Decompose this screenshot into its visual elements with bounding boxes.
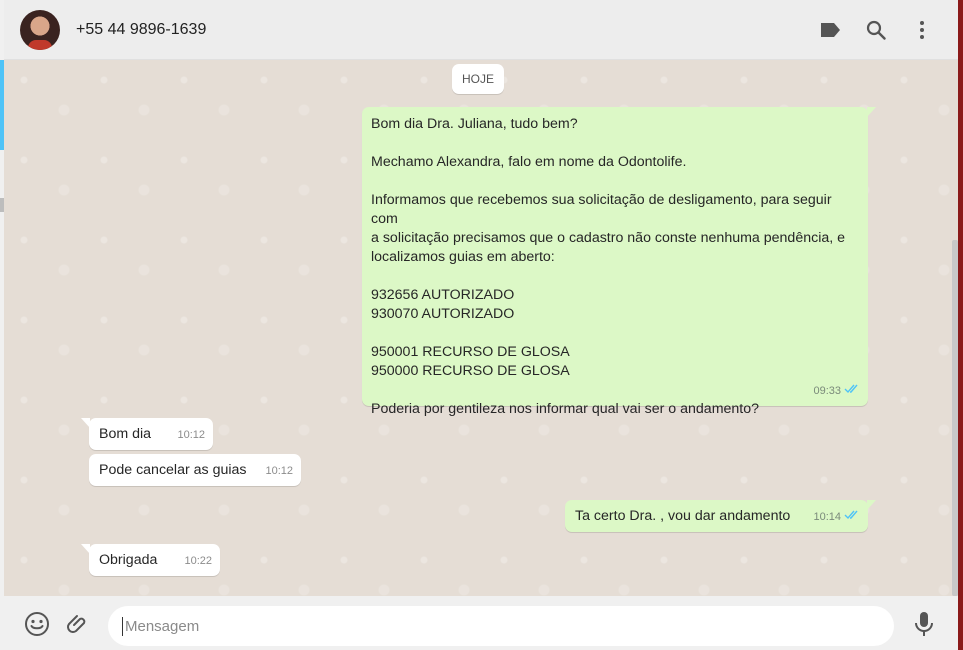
- message-incoming[interactable]: Pode cancelar as guias 10:12: [89, 454, 301, 486]
- date-label: HOJE: [452, 64, 504, 94]
- bubble-tail: [81, 418, 90, 428]
- message-meta: 09:33: [813, 382, 860, 401]
- message-text: Pode cancelar as guias: [99, 462, 247, 478]
- message-time: 10:14: [813, 511, 841, 523]
- message-input[interactable]: Mensagem: [108, 606, 894, 646]
- message-meta: 10:22: [184, 552, 212, 571]
- message-text: Bom dia Dra. Juliana, tudo bem? Mechamo …: [371, 116, 846, 417]
- message-incoming[interactable]: Obrigada 10:22: [81, 544, 220, 576]
- header-actions: [818, 18, 934, 42]
- menu-icon[interactable]: [910, 18, 934, 42]
- search-icon[interactable]: [864, 18, 888, 42]
- message-input-placeholder: Mensagem: [125, 617, 200, 635]
- message-time: 10:22: [184, 555, 212, 567]
- text-caret: [122, 616, 123, 636]
- bubble-tail: [81, 544, 90, 554]
- avatar-shirt: [28, 39, 52, 50]
- bubble-tail: [867, 107, 876, 117]
- message-time: 10:12: [265, 465, 293, 477]
- mic-icon[interactable]: [910, 610, 938, 638]
- message-meta: 10:12: [265, 462, 293, 481]
- read-receipt-icon: [844, 508, 860, 527]
- chat-messages-area[interactable]: HOJE Bom dia Dra. Juliana, tudo bem? Mec…: [4, 60, 952, 596]
- message-meta: 10:12: [177, 426, 205, 445]
- attach-icon[interactable]: [64, 610, 92, 638]
- message-time: 10:12: [177, 429, 205, 441]
- chat-header: +55 44 9896-1639: [4, 0, 958, 60]
- message-time: 09:33: [813, 385, 841, 397]
- avatar[interactable]: [20, 9, 60, 50]
- message-incoming[interactable]: Bom dia 10:12: [81, 418, 213, 450]
- message-outgoing[interactable]: Bom dia Dra. Juliana, tudo bem? Mechamo …: [362, 107, 876, 417]
- emoji-icon[interactable]: [23, 610, 51, 638]
- read-receipt-icon: [844, 382, 860, 401]
- label-icon[interactable]: [818, 18, 842, 42]
- message-composer: Mensagem: [4, 596, 958, 650]
- whatsapp-web-app: +55 44 9896-1639 HOJE Bom dia Dra. Julia…: [0, 0, 963, 650]
- message-outgoing[interactable]: Ta certo Dra. , vou dar andamento 10:14: [565, 500, 876, 532]
- message-meta: 10:14: [813, 508, 860, 527]
- right-edge-border: [958, 0, 963, 650]
- contact-name[interactable]: +55 44 9896-1639: [76, 21, 818, 39]
- bubble-tail: [867, 500, 876, 510]
